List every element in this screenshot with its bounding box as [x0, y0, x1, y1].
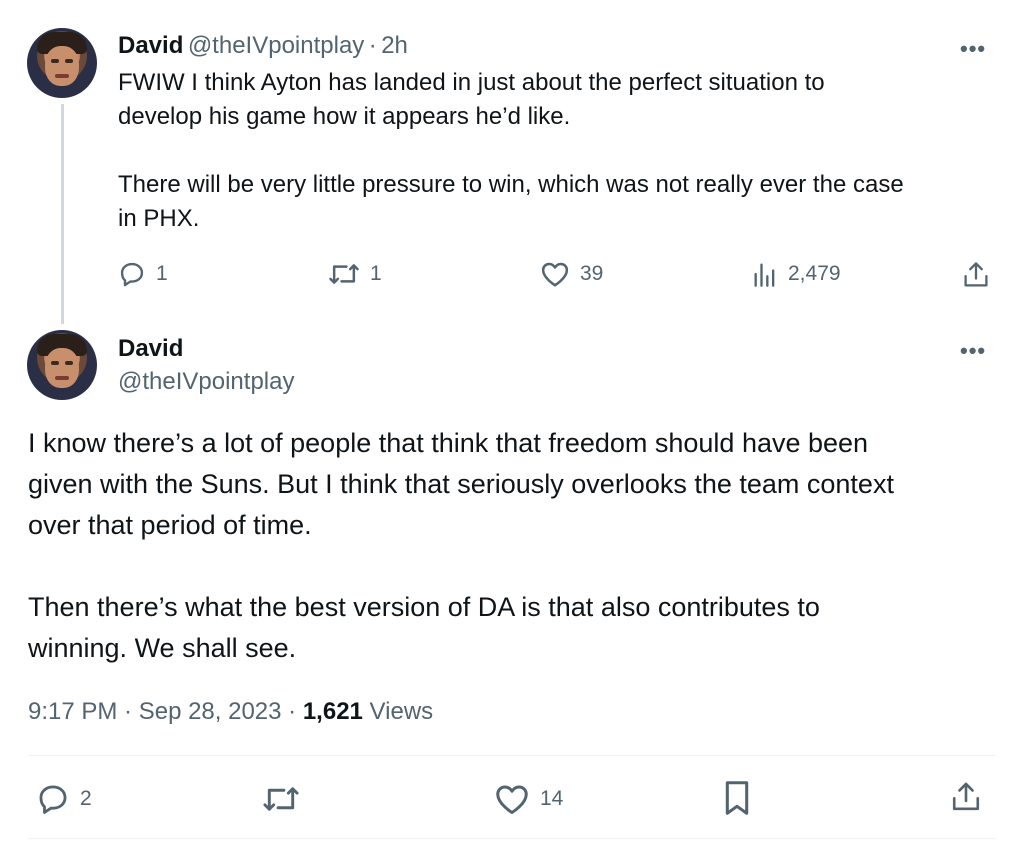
- tweet-timestamp: 9:17 PM · Sep 28, 2023 · 1,621 Views: [28, 698, 433, 726]
- views-label: Views: [362, 698, 434, 725]
- retweet-icon: [328, 260, 360, 288]
- avatar[interactable]: [27, 330, 97, 400]
- views-button[interactable]: 2,479: [752, 260, 841, 288]
- reply-button[interactable]: 2: [36, 782, 92, 816]
- author-handle[interactable]: @theIVpointplay: [188, 32, 364, 59]
- reply-count: 1: [156, 262, 168, 285]
- retweet-button[interactable]: 1: [328, 260, 382, 288]
- timestamp-text[interactable]: 9:17 PM · Sep 28, 2023 ·: [28, 698, 303, 725]
- like-button[interactable]: 14: [494, 782, 563, 816]
- like-count: 39: [580, 262, 604, 285]
- share-icon[interactable]: [962, 260, 990, 290]
- more-icon[interactable]: •••: [960, 338, 986, 364]
- views-icon: [752, 260, 778, 288]
- author-handle[interactable]: @theIVpointplay: [118, 368, 294, 396]
- tweet-header: David @theIVpointplay · 2h: [118, 32, 408, 60]
- bookmark-icon[interactable]: [722, 780, 752, 816]
- author-name[interactable]: David: [118, 32, 183, 59]
- views-count: 1,621: [302, 698, 363, 725]
- reply-icon: [118, 260, 146, 288]
- reply-button[interactable]: 1: [118, 260, 168, 288]
- divider: [28, 838, 996, 839]
- tweet-time[interactable]: 2h: [381, 32, 408, 59]
- more-icon[interactable]: •••: [960, 36, 986, 62]
- views-count: 2,479: [788, 262, 841, 285]
- reply-count: 2: [80, 787, 92, 810]
- reply-icon: [36, 782, 70, 816]
- tweet-text: I know there’s a lot of people that thin…: [28, 428, 894, 663]
- like-count: 14: [540, 787, 564, 810]
- author-name[interactable]: David: [118, 335, 183, 363]
- retweet-count: 1: [370, 262, 382, 285]
- like-icon: [494, 782, 530, 816]
- divider: [28, 755, 996, 756]
- share-icon[interactable]: [950, 780, 982, 814]
- separator: ·: [368, 32, 377, 59]
- like-button[interactable]: 39: [540, 260, 603, 288]
- like-icon: [540, 260, 570, 288]
- tweet-text: FWIW I think Ayton has landed in just ab…: [118, 69, 904, 232]
- thread-line: [61, 104, 64, 324]
- retweet-icon[interactable]: [262, 782, 300, 816]
- avatar[interactable]: [27, 28, 97, 98]
